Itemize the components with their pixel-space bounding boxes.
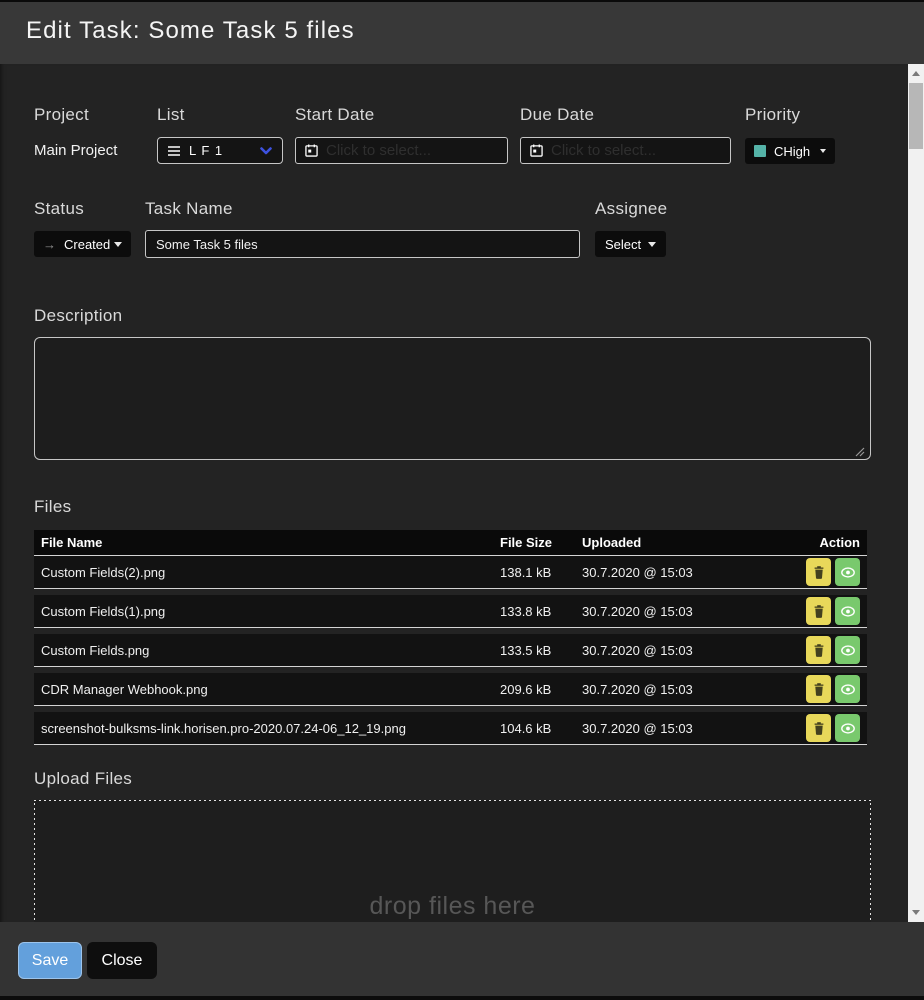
caret-down-icon <box>114 242 122 247</box>
caret-down-icon <box>648 242 656 247</box>
priority-label: Priority <box>745 105 800 125</box>
dialog-title: Edit Task: Some Task 5 files <box>26 17 355 45</box>
start-date-input[interactable]: Click to select... <box>295 137 508 164</box>
due-date-label: Due Date <box>520 105 594 125</box>
status-value: Created <box>64 237 110 252</box>
start-date-placeholder: Click to select... <box>326 142 431 159</box>
delete-file-button[interactable] <box>806 675 831 703</box>
trash-icon <box>814 722 824 735</box>
files-table: File Name File Size Uploaded Action Cust… <box>34 530 867 751</box>
file-size: 133.8 kB <box>500 604 582 619</box>
file-dropzone[interactable]: drop files here <box>34 800 871 922</box>
eye-icon <box>841 606 855 617</box>
upload-files-label: Upload Files <box>34 769 132 789</box>
priority-value: CHigh <box>774 144 810 159</box>
dialog-bottom-border <box>0 996 924 1000</box>
list-select-value: L F 1 <box>189 143 223 158</box>
eye-icon <box>841 723 855 734</box>
col-action: Action <box>820 535 867 550</box>
file-uploaded: 30.7.2020 @ 15:03 <box>582 643 806 658</box>
eye-icon <box>841 645 855 656</box>
file-name: CDR Manager Webhook.png <box>34 682 500 697</box>
description-label: Description <box>34 306 122 326</box>
scroll-down-icon[interactable] <box>912 910 920 915</box>
files-table-header: File Name File Size Uploaded Action <box>34 530 867 556</box>
project-value: Main Project <box>34 142 117 159</box>
assignee-select[interactable]: Select <box>595 231 666 257</box>
due-date-placeholder: Click to select... <box>551 142 656 159</box>
hamburger-icon <box>168 146 180 156</box>
view-file-button[interactable] <box>835 558 860 586</box>
scroll-up-icon[interactable] <box>912 71 920 76</box>
dialog-body: Project Main Project List L F 1 Start Da… <box>0 64 908 922</box>
delete-file-button[interactable] <box>806 558 831 586</box>
view-file-button[interactable] <box>835 597 860 625</box>
col-file-size: File Size <box>500 535 582 550</box>
file-row: Custom Fields.png 133.5 kB 30.7.2020 @ 1… <box>34 634 867 667</box>
description-textarea[interactable] <box>34 337 871 460</box>
assignee-value: Select <box>605 237 641 252</box>
trash-icon <box>814 644 824 657</box>
file-row: CDR Manager Webhook.png 209.6 kB 30.7.20… <box>34 673 867 706</box>
file-name: screenshot-bulksms-link.horisen.pro-2020… <box>34 721 500 736</box>
file-name: Custom Fields(2).png <box>34 565 500 580</box>
file-uploaded: 30.7.2020 @ 15:03 <box>582 682 806 697</box>
col-file-name: File Name <box>34 535 500 550</box>
file-uploaded: 30.7.2020 @ 15:03 <box>582 721 806 736</box>
file-name: Custom Fields(1).png <box>34 604 500 619</box>
file-uploaded: 30.7.2020 @ 15:03 <box>582 604 806 619</box>
priority-select[interactable]: CHigh <box>745 138 835 164</box>
delete-file-button[interactable] <box>806 636 831 664</box>
scrollbar-thumb[interactable] <box>909 83 923 149</box>
file-size: 133.5 kB <box>500 643 582 658</box>
dropzone-hint: drop files here <box>34 892 871 921</box>
due-date-input[interactable]: Click to select... <box>520 137 731 164</box>
file-size: 138.1 kB <box>500 565 582 580</box>
assignee-label: Assignee <box>595 199 667 219</box>
file-size: 209.6 kB <box>500 682 582 697</box>
chevron-down-icon <box>260 147 272 155</box>
status-arrow-icon: → <box>43 237 56 252</box>
close-button[interactable]: Close <box>87 942 157 979</box>
file-size: 104.6 kB <box>500 721 582 736</box>
file-row: Custom Fields(2).png 138.1 kB 30.7.2020 … <box>34 556 867 589</box>
status-select[interactable]: → Created <box>34 231 131 257</box>
files-label: Files <box>34 497 71 517</box>
trash-icon <box>814 605 824 618</box>
calendar-icon <box>530 144 543 157</box>
view-file-button[interactable] <box>835 636 860 664</box>
dialog-footer: Save Close <box>0 922 924 996</box>
view-file-button[interactable] <box>835 714 860 742</box>
list-label: List <box>157 105 185 125</box>
scrollbar[interactable] <box>908 64 924 922</box>
file-row: Custom Fields(1).png 133.8 kB 30.7.2020 … <box>34 595 867 628</box>
resize-grip-icon[interactable] <box>853 445 865 457</box>
file-name: Custom Fields.png <box>34 643 500 658</box>
start-date-label: Start Date <box>295 105 375 125</box>
trash-icon <box>814 683 824 696</box>
col-uploaded: Uploaded <box>582 535 820 550</box>
task-name-label: Task Name <box>145 199 233 219</box>
caret-down-icon <box>820 149 826 153</box>
list-select[interactable]: L F 1 <box>157 137 283 164</box>
project-label: Project <box>34 105 89 125</box>
eye-icon <box>841 567 855 578</box>
priority-color-swatch <box>754 145 766 157</box>
status-label: Status <box>34 199 84 219</box>
eye-icon <box>841 684 855 695</box>
calendar-icon <box>305 144 318 157</box>
trash-icon <box>814 566 824 579</box>
delete-file-button[interactable] <box>806 714 831 742</box>
file-uploaded: 30.7.2020 @ 15:03 <box>582 565 806 580</box>
dialog-header: Edit Task: Some Task 5 files <box>0 2 924 64</box>
view-file-button[interactable] <box>835 675 860 703</box>
save-button[interactable]: Save <box>18 942 82 979</box>
task-name-input[interactable] <box>145 230 580 258</box>
file-row: screenshot-bulksms-link.horisen.pro-2020… <box>34 712 867 745</box>
delete-file-button[interactable] <box>806 597 831 625</box>
